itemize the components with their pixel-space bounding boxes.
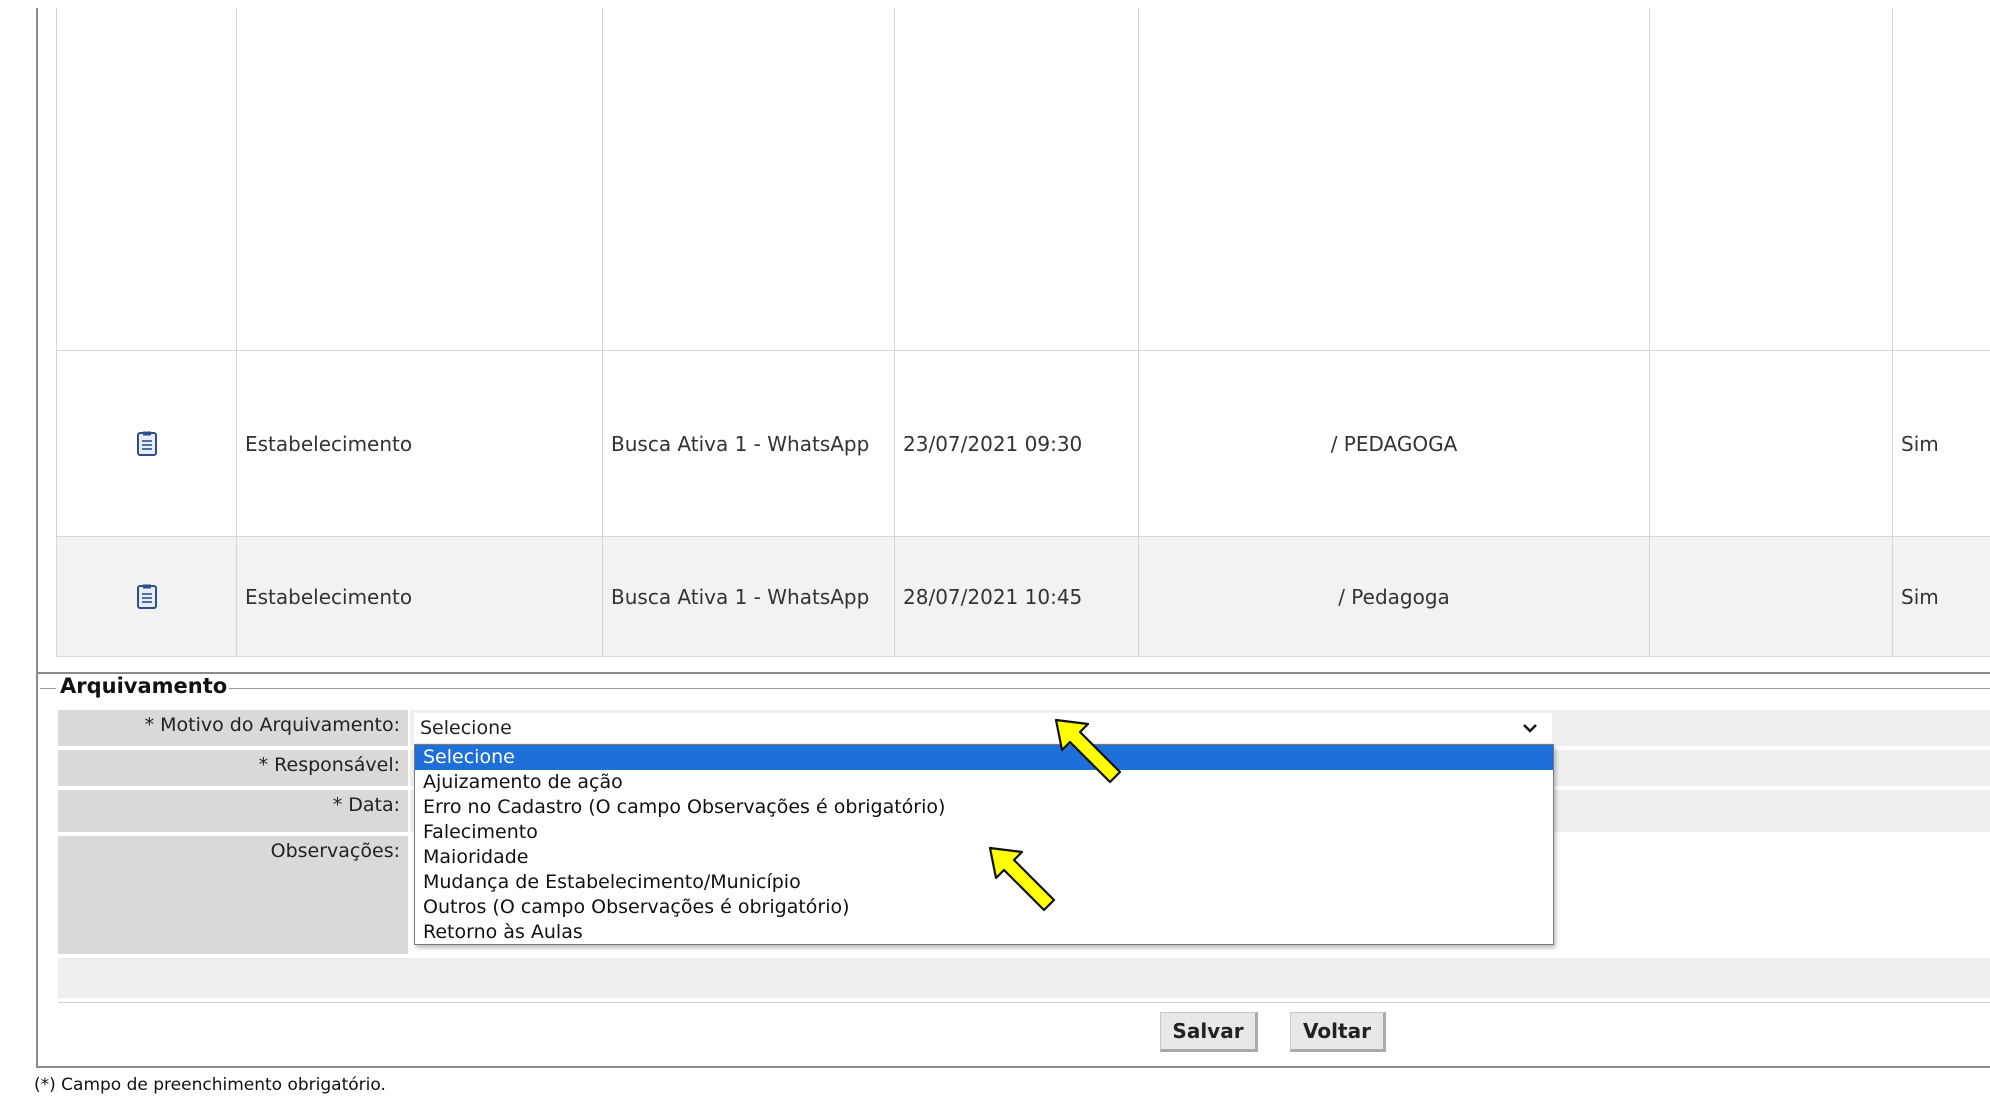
table-cell bbox=[1138, 8, 1649, 350]
required-footnote: (*) Campo de preenchimento obrigatório. bbox=[34, 1075, 386, 1095]
option-retorno[interactable]: Retorno às Aulas bbox=[415, 920, 1553, 945]
document-icon[interactable] bbox=[136, 584, 158, 610]
table-cell-sim: Sim bbox=[1892, 351, 1990, 536]
option-falecimento[interactable]: Falecimento bbox=[415, 820, 1553, 845]
table-bottom-border bbox=[36, 672, 1990, 674]
table-row-empty bbox=[56, 8, 1990, 351]
table-row: Estabelecimento Busca Ativa 1 - WhatsApp… bbox=[56, 351, 1990, 537]
motivo-label: * Motivo do Arquivamento: bbox=[58, 710, 408, 746]
table-cell-data: 23/07/2021 09:30 bbox=[894, 351, 1138, 536]
responsavel-label: * Responsável: bbox=[58, 750, 408, 786]
fieldset-border bbox=[222, 688, 1990, 689]
table-cell bbox=[56, 8, 236, 350]
option-mudanca[interactable]: Mudança de Estabelecimento/Município bbox=[415, 870, 1553, 895]
observacoes-label: Observações: bbox=[58, 836, 408, 954]
option-outros[interactable]: Outros (O campo Observações é obrigatóri… bbox=[415, 895, 1553, 920]
form-row-bg bbox=[58, 958, 1990, 998]
table-cell-tipo: Busca Ativa 1 - WhatsApp bbox=[602, 537, 894, 656]
fieldset-legend: Arquivamento bbox=[58, 674, 230, 698]
table-cell-obs bbox=[1649, 537, 1892, 656]
arrow-icon bbox=[988, 846, 1056, 912]
option-selecione[interactable]: Selecione bbox=[415, 745, 1553, 770]
motivo-select[interactable]: Selecione bbox=[414, 713, 1552, 743]
option-maioridade[interactable]: Maioridade bbox=[415, 845, 1553, 870]
voltar-button[interactable]: Voltar bbox=[1290, 1012, 1386, 1052]
table-row: Estabelecimento Busca Ativa 1 - WhatsApp… bbox=[56, 537, 1990, 657]
motivo-select-value: Selecione bbox=[420, 717, 512, 739]
button-separator bbox=[58, 1002, 1990, 1003]
table-cell bbox=[1649, 8, 1892, 350]
table-cell-responsavel: / PEDAGOGA bbox=[1138, 351, 1649, 536]
table-cell bbox=[602, 8, 894, 350]
table-cell-icon bbox=[56, 537, 236, 656]
option-erro-cadastro[interactable]: Erro no Cadastro (O campo Observações é … bbox=[415, 795, 1553, 820]
fieldset-border bbox=[40, 688, 56, 689]
table-cell-sim: Sim bbox=[1892, 537, 1990, 656]
chevron-down-icon[interactable] bbox=[1522, 720, 1538, 736]
table-cell-data: 28/07/2021 10:45 bbox=[894, 537, 1138, 656]
document-icon[interactable] bbox=[136, 431, 158, 457]
option-ajuizamento[interactable]: Ajuizamento de ação bbox=[415, 770, 1553, 795]
table-cell-icon bbox=[56, 351, 236, 536]
arrow-icon bbox=[1054, 718, 1122, 784]
table-cell bbox=[1892, 8, 1990, 350]
table-cell-tipo: Busca Ativa 1 - WhatsApp bbox=[602, 351, 894, 536]
table-cell bbox=[894, 8, 1138, 350]
motivo-options-list: Selecione Ajuizamento de ação Erro no Ca… bbox=[414, 744, 1554, 945]
salvar-button[interactable]: Salvar bbox=[1160, 1012, 1258, 1052]
data-label: * Data: bbox=[58, 790, 408, 832]
table-cell bbox=[236, 8, 602, 350]
table-cell-origem: Estabelecimento bbox=[236, 537, 602, 656]
table-cell-obs bbox=[1649, 351, 1892, 536]
table-cell-responsavel: / Pedagoga bbox=[1138, 537, 1649, 656]
table-cell-origem: Estabelecimento bbox=[236, 351, 602, 536]
